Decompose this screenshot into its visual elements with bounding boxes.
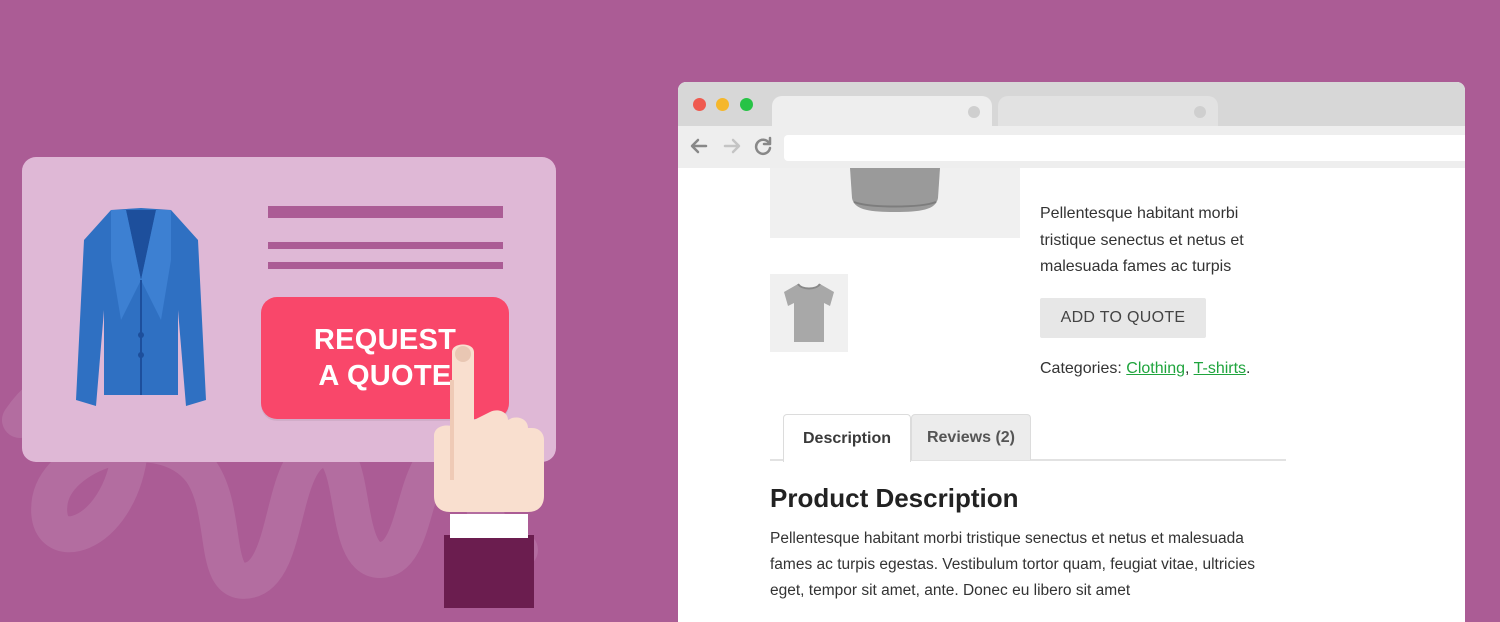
tab-description-label: Description: [802, 429, 891, 447]
browser-tab[interactable]: [998, 96, 1218, 126]
back-arrow-icon[interactable]: [688, 135, 710, 157]
category-end: .: [1246, 360, 1251, 377]
tab-description[interactable]: Description: [783, 414, 911, 462]
tab-close-icon[interactable]: [968, 106, 980, 118]
categories-label: Categories:: [1040, 360, 1122, 377]
tab-reviews[interactable]: Reviews (2): [911, 414, 1031, 460]
browser-window: Pellentesque habitant morbi tristique se…: [678, 82, 1465, 622]
close-window-button[interactable]: [693, 98, 706, 111]
page-content: Pellentesque habitant morbi tristique se…: [678, 168, 1465, 622]
product-thumbnail[interactable]: [770, 274, 848, 352]
tshirt-icon: [850, 168, 940, 212]
add-to-quote-button[interactable]: ADD TO QUOTE: [1040, 298, 1206, 338]
product-short-description: Pellentesque habitant morbi tristique se…: [1040, 205, 1244, 275]
tab-reviews-label: Reviews (2): [926, 428, 1016, 446]
pointing-hand-icon: [434, 344, 544, 608]
category-link-clothing[interactable]: Clothing: [1126, 360, 1185, 377]
browser-tab-active[interactable]: [772, 96, 992, 126]
promo-text-line: [268, 242, 503, 249]
category-separator: ,: [1184, 360, 1190, 377]
jacket-illustration: [76, 208, 206, 406]
product-main-image[interactable]: [770, 168, 1020, 238]
promo-text-line: [268, 262, 503, 269]
maximize-window-button[interactable]: [740, 98, 753, 111]
tab-close-icon[interactable]: [1194, 106, 1206, 118]
forward-arrow-icon[interactable]: [721, 135, 743, 157]
product-description-text: Pellentesque habitant morbi tristique se…: [770, 530, 1256, 599]
reload-icon[interactable]: [752, 135, 774, 157]
tshirt-icon: [784, 283, 834, 342]
product-categories: Categories: Clothing, T-shirts.: [1040, 360, 1251, 378]
minimize-window-button[interactable]: [716, 98, 729, 111]
category-link-t-shirts[interactable]: T-shirts: [1194, 360, 1246, 377]
address-bar[interactable]: [784, 135, 1465, 161]
section-title: Product Description: [770, 483, 1019, 513]
promo-text-line: [268, 206, 503, 218]
